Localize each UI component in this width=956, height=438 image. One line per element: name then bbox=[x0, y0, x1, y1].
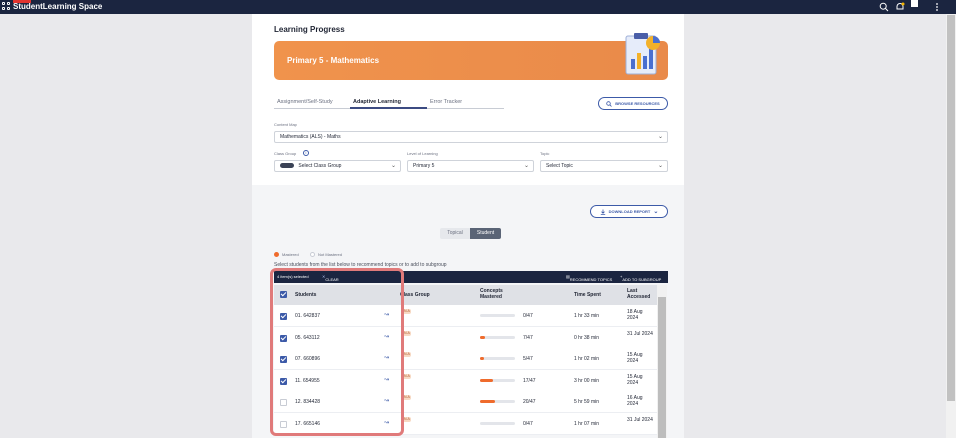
table-scroll-thumb[interactable] bbox=[658, 297, 666, 438]
download-icon bbox=[600, 209, 605, 215]
app-brand[interactable]: StudentLearning Space bbox=[13, 2, 102, 12]
concepts-mastered: 17/47 bbox=[523, 377, 536, 384]
concepts-mastered: 0/47 bbox=[523, 421, 533, 427]
level-value: Primary 5 bbox=[413, 163, 435, 169]
active-tab-indicator bbox=[350, 107, 427, 109]
concepts-mastered: 0/47 bbox=[523, 313, 533, 319]
browse-resources-label: BROWSE RESOURCES bbox=[615, 101, 660, 106]
more-icon[interactable] bbox=[932, 2, 942, 12]
chevron-down-icon: ⌄ bbox=[657, 134, 663, 140]
last-accessed: 31 Jul 2024 bbox=[627, 330, 653, 337]
add-to-subgroup-button[interactable]: + ADD TO SUBGROUP bbox=[620, 274, 661, 282]
chevron-down-icon: ⌄ bbox=[390, 163, 396, 169]
chevron-down-icon: ⌄ bbox=[523, 163, 529, 169]
last-accessed: 31 Jul 2024 bbox=[627, 417, 653, 423]
class-group-badge: N.A bbox=[403, 309, 411, 314]
chevron-down-icon: ⌄ bbox=[653, 209, 659, 215]
concepts-mastered: 5/47 bbox=[523, 356, 533, 363]
class-group-badge: N.A bbox=[403, 395, 411, 401]
chevron-down-icon: ⌄ bbox=[657, 163, 663, 169]
topic-select[interactable]: Select Topic ⌄ bbox=[540, 160, 668, 172]
content-map-value: Mathematics (ALS) - Maths bbox=[280, 134, 341, 140]
mastered-legend-dot bbox=[274, 252, 279, 257]
search-icon bbox=[606, 100, 613, 107]
recommend-topics-label: RECOMMEND TOPICS bbox=[569, 277, 613, 282]
time-spent: 3 hr 00 min bbox=[574, 377, 600, 384]
top-navbar: StudentLearning Space bbox=[0, 0, 956, 14]
time-spent: 5 hr 59 min bbox=[574, 399, 600, 406]
class-group-select[interactable]: Select Class Group ⌄ bbox=[274, 160, 401, 172]
grid-icon[interactable] bbox=[2, 2, 11, 11]
content-map-select[interactable]: Mathematics (ALS) - Maths ⌄ bbox=[274, 131, 668, 143]
tab-adaptive-learning[interactable]: Adaptive Learning bbox=[353, 99, 401, 105]
download-report-button[interactable]: DOWNLOAD REPORT ⌄ bbox=[590, 205, 668, 218]
download-report-label: DOWNLOAD REPORT bbox=[608, 209, 651, 214]
recommend-topics-button[interactable]: ▤ RECOMMEND TOPICS bbox=[566, 274, 612, 282]
view-student[interactable]: Student bbox=[470, 228, 501, 239]
toggle-icon bbox=[280, 163, 294, 169]
class-group-badge: N.A bbox=[403, 373, 411, 379]
mastery-progress-bar bbox=[480, 314, 515, 317]
class-group-label: Class Group bbox=[274, 151, 297, 156]
mastery-progress-fill bbox=[480, 378, 493, 382]
header-class-group[interactable]: Class Group bbox=[400, 292, 430, 298]
level-select[interactable]: Primary 5 ⌄ bbox=[407, 160, 534, 172]
view-topical[interactable]: Topical bbox=[440, 228, 470, 239]
avatar[interactable] bbox=[911, 0, 918, 7]
header-time-spent[interactable]: Time Spent bbox=[574, 292, 601, 298]
header-last-accessed[interactable]: Last Accessed bbox=[627, 288, 655, 300]
header-concepts-mastered[interactable]: Concepts Mastered bbox=[480, 288, 514, 300]
clipboard-chart-illustration bbox=[625, 33, 660, 75]
mastery-progress-bar bbox=[480, 378, 515, 382]
page-title: Learning Progress bbox=[274, 25, 345, 34]
concepts-mastered: 20/47 bbox=[523, 399, 536, 406]
search-icon[interactable] bbox=[879, 2, 889, 12]
mastered-legend-label: Mastered bbox=[282, 252, 299, 257]
time-spent: 1 hr 02 min bbox=[574, 356, 600, 363]
banner-title: Primary 5 - Mathematics bbox=[287, 56, 380, 65]
bell-icon[interactable] bbox=[895, 2, 905, 12]
level-label: Level of Learning bbox=[407, 151, 438, 156]
time-spent: 1 hr 07 min bbox=[574, 421, 600, 427]
topic-placeholder: Select Topic bbox=[546, 163, 573, 169]
info-icon[interactable]: i bbox=[303, 150, 309, 156]
class-group-badge: N.A bbox=[403, 417, 411, 422]
class-group-badge: N.A bbox=[403, 330, 411, 336]
browse-resources-button[interactable]: BROWSE RESOURCES bbox=[598, 97, 668, 110]
mastery-progress-bar bbox=[480, 357, 515, 361]
mastery-progress-fill bbox=[480, 357, 484, 361]
last-accessed: 15 Aug 2024 bbox=[627, 352, 643, 365]
time-spent: 0 hr 38 min bbox=[574, 334, 600, 341]
topic-label: Topic bbox=[540, 151, 550, 156]
content-map-label: Content Map bbox=[274, 122, 297, 127]
mastery-progress-fill bbox=[480, 400, 495, 404]
page-scroll-thumb[interactable] bbox=[947, 15, 955, 401]
time-spent: 1 hr 33 min bbox=[574, 313, 600, 319]
mastery-progress-bar bbox=[480, 335, 515, 339]
mastery-progress-bar bbox=[480, 422, 515, 425]
mastery-progress-fill bbox=[480, 335, 486, 339]
last-accessed: 16 Aug 2024 bbox=[627, 395, 643, 408]
not-mastered-legend-label: Not Mastered bbox=[318, 252, 343, 257]
tab-assignment[interactable]: Assignment/Self-Study bbox=[277, 99, 333, 105]
last-accessed: 15 Aug 2024 bbox=[627, 373, 643, 386]
not-mastered-legend-dot bbox=[310, 252, 315, 257]
concepts-mastered: 7/47 bbox=[523, 334, 533, 341]
class-group-badge: N.A bbox=[403, 352, 411, 358]
mastery-progress-bar bbox=[480, 400, 515, 404]
highlight-box bbox=[270, 268, 404, 436]
class-group-placeholder: Select Class Group bbox=[298, 163, 342, 169]
last-accessed: 18 Aug 2024 bbox=[627, 309, 643, 321]
tab-error-tracker[interactable]: Error Tracker bbox=[430, 99, 462, 105]
add-to-subgroup-label: ADD TO SUBGROUP bbox=[622, 277, 662, 282]
